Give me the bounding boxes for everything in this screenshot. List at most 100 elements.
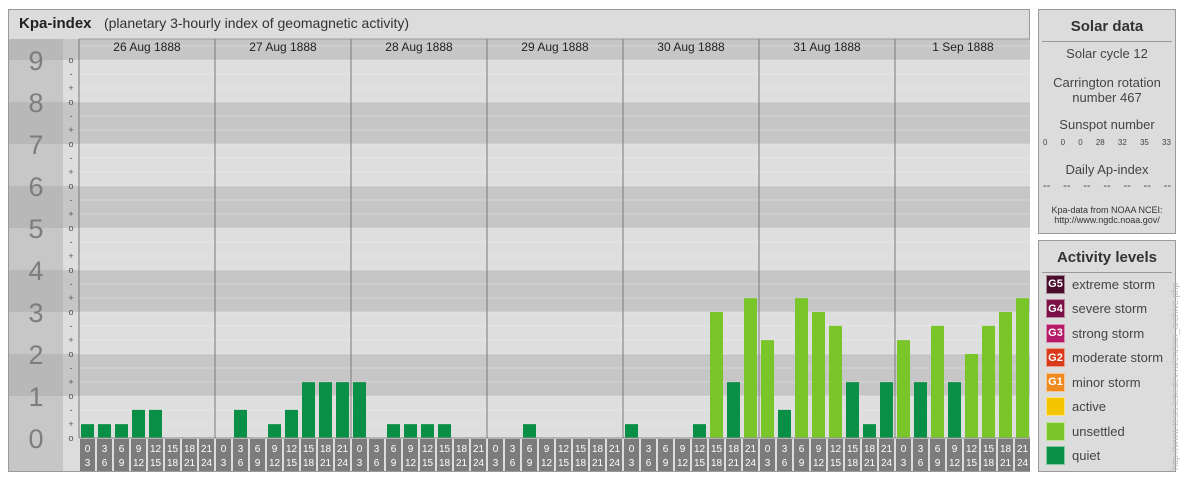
interval-end-label: 3 [765, 458, 771, 469]
kp-band-4 [9, 228, 1030, 270]
kp-band-2 [9, 312, 1030, 354]
interval-end-label: 12 [133, 458, 145, 469]
interval-start-label: 3 [646, 444, 652, 455]
daily-ap-index-values: -- -- -- -- -- -- -- [1043, 180, 1171, 192]
y-tick-label: 9 [28, 46, 43, 76]
interval-end-label: 9 [799, 458, 805, 469]
activity-level-swatch: G3 [1046, 323, 1065, 343]
interval-start-label: 3 [238, 444, 244, 455]
solar-data-title: Solar data [1070, 18, 1144, 35]
activity-levels-title: Activity levels [1056, 249, 1158, 266]
kp-bar [81, 424, 94, 438]
kp-bar [1016, 298, 1029, 438]
interval-end-label: 15 [286, 458, 298, 469]
interval-start-label: 18 [320, 444, 332, 455]
kp-band-6 [9, 144, 1030, 186]
minor-mark: o [68, 55, 73, 65]
ap-index-value: -- [1163, 180, 1171, 192]
interval-start-label: 0 [493, 444, 499, 455]
interval-end-label: 6 [510, 458, 516, 469]
image-credit: http://www.tesis.lebedev.ru/en/sun_archi… [1170, 282, 1180, 470]
interval-end-label: 18 [167, 458, 179, 469]
kp-bar-chart: 26 Aug 1888 27 Aug 1888 28 Aug 1888 29 Aug … [9, 38, 1030, 472]
interval-start-label: 12 [558, 444, 570, 455]
interval-start-label: 21 [881, 444, 893, 455]
interval-end-label: 21 [864, 458, 876, 469]
minor-mark: + [68, 167, 73, 177]
sunspot-value: 33 [1162, 138, 1171, 147]
interval-start-label: 15 [711, 444, 723, 455]
interval-end-label: 15 [966, 458, 978, 469]
interval-end-label: 18 [303, 458, 315, 469]
interval-start-label: 21 [201, 444, 213, 455]
activity-level-item: unsettled [1046, 421, 1125, 441]
kp-bar [438, 424, 451, 438]
data-source-line2: http://www.ngdc.noaa.gov/ [1054, 215, 1160, 225]
activity-level-label: minor storm [1072, 374, 1141, 390]
interval-start-label: 18 [728, 444, 740, 455]
kp-band-3 [9, 270, 1030, 312]
y-tick-label: 2 [28, 340, 43, 370]
interval-end-label: 24 [201, 458, 213, 469]
kp-bar [115, 424, 128, 438]
ap-index-value: -- [1143, 180, 1151, 192]
interval-end-label: 21 [728, 458, 740, 469]
interval-end-label: 24 [745, 458, 757, 469]
interval-end-label: 6 [374, 458, 380, 469]
ap-index-value: -- [1123, 180, 1131, 192]
interval-start-label: 12 [966, 444, 978, 455]
kp-band-5 [9, 186, 1030, 228]
interval-end-label: 12 [813, 458, 825, 469]
minor-mark: - [70, 363, 73, 373]
interval-end-label: 24 [473, 458, 485, 469]
interval-end-label: 6 [782, 458, 788, 469]
minor-mark: + [68, 125, 73, 135]
interval-start-label: 18 [1000, 444, 1012, 455]
activity-level-item: G1 minor storm [1046, 372, 1141, 392]
interval-end-label: 21 [456, 458, 468, 469]
interval-end-label: 9 [255, 458, 261, 469]
activity-level-swatch: G2 [1046, 348, 1065, 367]
interval-end-label: 9 [391, 458, 397, 469]
interval-end-label: 18 [575, 458, 587, 469]
minor-mark: - [70, 195, 73, 205]
interval-start-label: 15 [575, 444, 587, 455]
activity-level-item: G2 moderate storm [1046, 348, 1163, 368]
interval-start-label: 6 [119, 444, 125, 455]
minor-mark: o [68, 97, 73, 107]
interval-start-label: 18 [864, 444, 876, 455]
interval-start-label: 0 [765, 444, 771, 455]
y-tick-label: 6 [28, 172, 43, 202]
ap-index-value: -- [1043, 180, 1051, 192]
interval-start-label: 6 [663, 444, 669, 455]
minor-mark: o [68, 391, 73, 401]
kp-index-panel: Kpa-index (planetary 3-hourly index of g… [8, 9, 1030, 472]
interval-end-label: 6 [102, 458, 108, 469]
interval-start-label: 9 [544, 444, 550, 455]
activity-level-swatch: G5 [1046, 274, 1065, 294]
interval-start-label: 21 [745, 444, 757, 455]
kp-bar [319, 382, 332, 438]
interval-end-label: 18 [439, 458, 451, 469]
carrington-rotation-line1: Carrington rotation [1053, 75, 1161, 90]
kp-bar [812, 312, 825, 438]
interval-end-label: 9 [119, 458, 125, 469]
interval-start-label: 18 [592, 444, 604, 455]
day-label: 27 Aug 1888 [249, 40, 317, 54]
kp-bar [98, 424, 111, 438]
day-label: 31 Aug 1888 [793, 40, 861, 54]
activity-level-label: extreme storm [1072, 276, 1156, 292]
interval-start-label: 12 [286, 444, 298, 455]
sunspot-number-label: Sunspot number [1059, 117, 1155, 132]
activity-level-swatch: G4 [1046, 299, 1065, 318]
ap-index-value: -- [1103, 180, 1111, 192]
sunspot-value: 0 [1060, 138, 1066, 147]
interval-end-label: 3 [85, 458, 91, 469]
sunspot-value: 35 [1139, 138, 1149, 147]
activity-level-swatch [1046, 421, 1065, 441]
interval-end-label: 12 [949, 458, 961, 469]
interval-start-label: 15 [847, 444, 859, 455]
interval-start-label: 9 [136, 444, 142, 455]
minor-mark: - [70, 321, 73, 331]
interval-start-label: 9 [408, 444, 414, 455]
